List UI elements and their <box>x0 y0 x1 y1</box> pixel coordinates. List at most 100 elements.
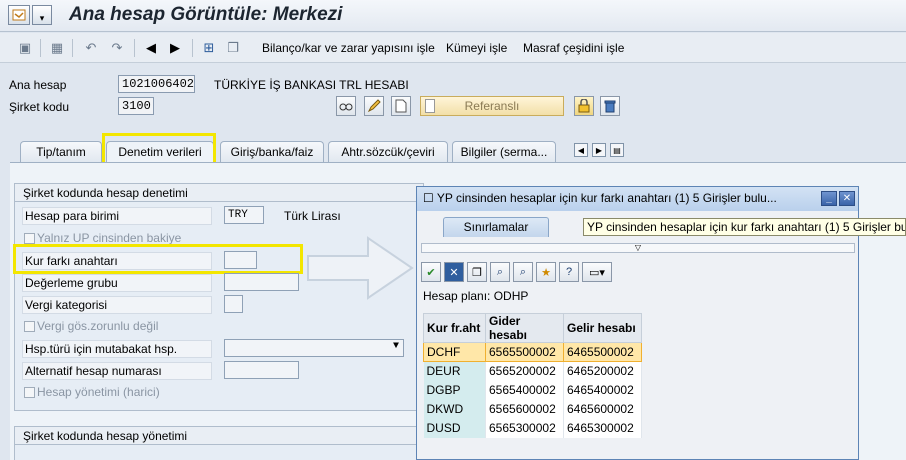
tab-restrictions[interactable]: Sınırlamalar <box>443 217 549 237</box>
chevron-down-icon: ▼ <box>392 341 399 352</box>
company-code-field[interactable]: 3100 <box>118 97 154 115</box>
tab-list-icon[interactable]: ▤ <box>610 143 624 157</box>
find-next-icon[interactable]: ⌕ <box>513 262 533 282</box>
page-title: Ana hesap Görüntüle: Merkezi <box>69 4 343 25</box>
splitter-handle[interactable]: ▽ <box>421 243 855 253</box>
income-cell: 6465200002 <box>563 361 642 381</box>
copy-icon[interactable]: ▦ <box>48 39 66 57</box>
lock-icon[interactable] <box>574 96 594 116</box>
menu-dropdown-button[interactable]: ▾ <box>32 5 52 25</box>
currency-label: Hesap para birimi <box>22 207 212 225</box>
column-header[interactable]: Gelir hesabı <box>563 313 642 343</box>
valuation-group-field[interactable] <box>224 273 299 291</box>
system-menu-button[interactable] <box>8 5 30 25</box>
income-cell: 6465400002 <box>563 380 642 400</box>
key-cell: DGBP <box>423 380 486 400</box>
checkbox-label: Hesap yönetimi (harici) <box>37 385 160 399</box>
expense-cell: 6565400002 <box>485 380 564 400</box>
column-header[interactable]: Gider hesabı <box>485 313 564 343</box>
find-icon[interactable]: ⌕ <box>490 262 510 282</box>
table-row[interactable]: DUSD 6565300002 6465300002 <box>423 418 642 438</box>
valuation-group-label: Değerleme grubu <box>22 274 212 292</box>
chevron-down-icon: ▾ <box>39 13 45 23</box>
document-icon <box>425 99 435 113</box>
tab-scroll-right-icon[interactable]: ▶ <box>592 143 606 157</box>
popup-icon: ☐ <box>423 191 434 205</box>
expense-cell: 6565600002 <box>485 399 564 419</box>
checkmark-icon[interactable]: ✔ <box>421 262 441 282</box>
reconciliation-dropdown[interactable]: ▼ <box>224 339 404 357</box>
income-cell: 6465300002 <box>563 418 642 438</box>
print-icon[interactable]: ▭▾ <box>582 262 612 282</box>
table-row[interactable]: DGBP 6565400002 6465400002 <box>423 380 642 400</box>
document-icon[interactable]: ❐ <box>467 262 487 282</box>
tab-label: Giriş/banka/faiz <box>230 145 314 159</box>
menu-icon <box>12 9 26 21</box>
with-reference-button[interactable]: Referanslı <box>420 96 564 116</box>
arrow-right-icon <box>307 236 414 300</box>
tax-category-field[interactable] <box>224 295 243 313</box>
reconciliation-label: Hsp.türü için mutabakat hsp. <box>22 340 212 358</box>
table-row[interactable]: DCHF 6565500002 6465500002 <box>423 342 642 362</box>
column-header[interactable]: Kur fr.aht <box>423 313 486 343</box>
tab-scroll-left-icon[interactable]: ◀ <box>574 143 588 157</box>
next-icon[interactable]: ▶ <box>166 39 184 57</box>
cost-element-button[interactable]: Masraf çeşidini işle <box>523 41 624 55</box>
table-row[interactable]: DEUR 6565200002 6465200002 <box>423 361 642 381</box>
pencil-icon[interactable] <box>364 96 384 116</box>
external-management-checkbox[interactable]: Hesap yönetimi (harici) <box>22 384 212 402</box>
glasses-icon[interactable] <box>336 96 356 116</box>
tab-label: Bilgiler (serma... <box>460 145 548 159</box>
divider <box>72 39 73 57</box>
tax-not-required-checkbox[interactable]: Vergi gös.zorunlu değil <box>22 318 212 336</box>
key-cell: DEUR <box>423 361 486 381</box>
chart-of-accounts-label: Hesap planı: ODHP <box>423 289 529 303</box>
alt-account-label: Alternatif hesap numarası <box>22 362 212 380</box>
expense-cell: 6565300002 <box>485 418 564 438</box>
account-field[interactable]: 1021006402 <box>118 75 195 93</box>
tab-label: Tip/tanım <box>36 145 86 159</box>
currency-description: Türk Lirası <box>284 209 341 223</box>
undo-icon[interactable]: ↶ <box>82 39 100 57</box>
key-cell: DUSD <box>423 418 486 438</box>
tab-type-description[interactable]: Tip/tanım <box>20 141 102 162</box>
edit-group-button[interactable]: Kümeyi işle <box>446 41 507 55</box>
expense-cell: 6565200002 <box>485 361 564 381</box>
new-document-icon[interactable] <box>391 96 411 116</box>
key-cell: DCHF <box>423 342 486 362</box>
table-row[interactable]: DKWD 6565600002 6465600002 <box>423 399 642 419</box>
highlight-box-field <box>13 244 303 274</box>
income-cell: 6465600002 <box>563 399 642 419</box>
balance-structure-button[interactable]: Bilanço/kar ve zarar yapısını işle <box>262 41 435 55</box>
create-icon[interactable]: ▣ <box>16 39 34 57</box>
divider <box>134 39 135 57</box>
results-table: Kur fr.aht Gider hesabı Gelir hesabı DCH… <box>423 313 642 438</box>
currency-field[interactable]: TRY <box>224 206 264 224</box>
previous-icon[interactable]: ◀ <box>142 39 160 57</box>
minimize-icon[interactable]: _ <box>821 191 837 206</box>
tab-label: Ahtr.sözcük/çeviri <box>341 145 435 159</box>
help-icon[interactable]: ? <box>559 262 579 282</box>
close-icon[interactable]: ✕ <box>839 191 855 206</box>
popup-title: YP cinsinden hesaplar için kur farkı ana… <box>436 191 777 205</box>
tab-label: Sınırlamalar <box>463 220 529 234</box>
tab-entry-bank-interest[interactable]: Giriş/banka/faiz <box>220 141 324 162</box>
with-reference-label: Referanslı <box>464 99 520 113</box>
company-code-label: Şirket kodu <box>9 100 70 114</box>
redo-icon[interactable]: ↷ <box>108 39 126 57</box>
group-title: Şirket kodunda hesap denetimi <box>15 184 423 202</box>
star-icon[interactable]: ★ <box>536 262 556 282</box>
document-icon[interactable]: ❐ <box>224 39 242 57</box>
tooltip: YP cinsinden hesaplar için kur farkı ana… <box>583 218 906 236</box>
account-management-group: Şirket kodunda hesap yönetimi <box>14 426 424 460</box>
expense-cell: 6565500002 <box>485 342 564 362</box>
trash-icon[interactable] <box>600 96 620 116</box>
title-bar: ▾ Ana hesap Görüntüle: Merkezi <box>0 0 906 32</box>
divider <box>192 39 193 57</box>
tab-keywords-translation[interactable]: Ahtr.sözcük/çeviri <box>328 141 448 162</box>
cancel-icon[interactable]: ✕ <box>444 262 464 282</box>
alt-account-field[interactable] <box>224 361 299 379</box>
hierarchy-icon[interactable]: ⊞ <box>200 39 218 57</box>
tab-information[interactable]: Bilgiler (serma... <box>452 141 556 162</box>
checkbox-label: Yalnız UP cinsinden bakiye <box>37 231 182 245</box>
